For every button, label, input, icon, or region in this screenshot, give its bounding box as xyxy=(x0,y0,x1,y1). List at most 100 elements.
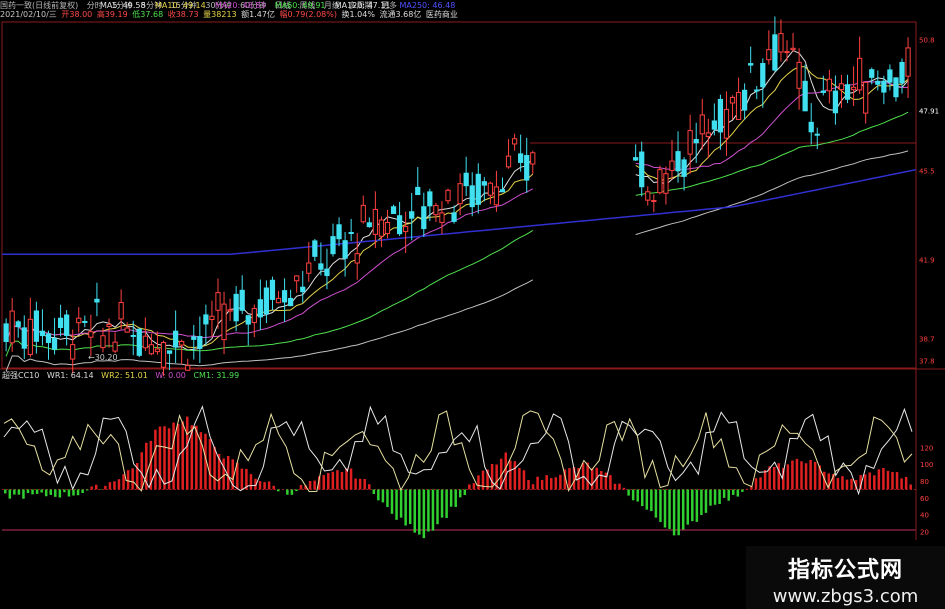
candle-body xyxy=(306,262,312,274)
histogram-bar xyxy=(431,489,435,531)
indicator-axis-label: 100 xyxy=(920,461,933,469)
candle-body xyxy=(524,155,530,181)
histogram-bar xyxy=(308,481,312,490)
histogram-bar xyxy=(213,446,216,490)
candle-body xyxy=(112,341,118,352)
candle-body xyxy=(481,181,487,186)
histogram-bar xyxy=(741,489,744,492)
candle-body xyxy=(639,151,645,188)
candle-body xyxy=(70,344,76,360)
candle-body xyxy=(118,301,124,320)
histogram-bar xyxy=(35,489,39,494)
price-axis-label: 41.9 xyxy=(919,256,935,264)
histogram-bar xyxy=(759,477,762,490)
candle-body xyxy=(711,120,717,130)
candle-body xyxy=(64,314,70,336)
histogram-bar xyxy=(745,488,749,490)
histogram-bar xyxy=(126,470,130,490)
candle-body xyxy=(887,69,893,83)
histogram-bar xyxy=(13,489,16,495)
indicator-axis-label: 80 xyxy=(920,478,929,486)
histogram-bar xyxy=(522,470,526,490)
histogram-bar xyxy=(650,489,653,512)
candle-body xyxy=(403,226,409,233)
histogram-bar xyxy=(873,475,876,490)
candle-body xyxy=(318,263,324,270)
histogram-bar xyxy=(90,486,93,490)
histogram-bar xyxy=(44,489,48,497)
candle-body xyxy=(27,318,33,355)
histogram-bar xyxy=(372,489,376,495)
histogram-bar xyxy=(677,489,680,536)
moving-average-lines xyxy=(2,49,917,372)
ma-legend-item: MA250: 46.48 xyxy=(400,1,456,10)
histogram-bar xyxy=(886,470,890,490)
candle-body xyxy=(832,90,839,114)
candle-body xyxy=(342,240,348,259)
histogram-bar xyxy=(404,489,407,526)
candle-body xyxy=(215,292,221,311)
candle-body xyxy=(251,308,257,324)
histogram-bar xyxy=(222,458,225,490)
histogram-bar xyxy=(795,458,799,490)
candle-body xyxy=(814,133,820,136)
histogram-bar xyxy=(800,461,803,490)
histogram-bar xyxy=(613,483,617,490)
candle-body xyxy=(203,314,209,325)
stock-chart[interactable]: MA5: 49.58 MA10: 49.14 MA20: 48.83 MA60: 49… xyxy=(0,0,945,609)
indicator-w: W: 0.00 xyxy=(155,371,186,380)
histogram-bar xyxy=(395,489,398,520)
histogram-bar xyxy=(49,489,53,495)
histogram-bar xyxy=(568,468,571,490)
candle-body xyxy=(451,212,457,222)
histogram-bar xyxy=(313,480,316,490)
histogram-bar xyxy=(895,472,899,490)
histogram-bar xyxy=(841,476,844,490)
candle-body xyxy=(633,157,639,161)
indicator-name[interactable]: 超强CC10 xyxy=(2,371,39,380)
histogram-bar xyxy=(709,489,712,506)
candle-body xyxy=(723,108,730,139)
candle-body xyxy=(76,317,82,324)
candle-body xyxy=(179,340,185,346)
histogram-bar xyxy=(536,476,539,490)
histogram-bar xyxy=(208,439,212,490)
candle-body xyxy=(754,89,760,92)
histogram-bar xyxy=(81,489,84,494)
candle-body xyxy=(354,253,360,264)
histogram-bar xyxy=(509,460,512,490)
candle-body xyxy=(33,310,40,342)
histogram-bar xyxy=(386,489,389,508)
candle-body xyxy=(838,83,845,91)
histogram-bar xyxy=(258,481,262,490)
histogram-bar xyxy=(645,489,649,510)
candle-body xyxy=(899,61,905,84)
price-axis-label: 38.7 xyxy=(919,335,935,343)
candle-body xyxy=(772,34,778,71)
histogram-bar xyxy=(163,426,166,490)
histogram-bar xyxy=(463,489,467,496)
candle-body xyxy=(82,320,88,323)
histogram-bar xyxy=(636,489,639,502)
candle-body xyxy=(348,232,354,235)
histogram-bar xyxy=(877,469,881,490)
candle-body xyxy=(378,219,385,237)
histogram-bar xyxy=(891,472,894,490)
candle-body xyxy=(863,81,869,114)
histogram-bar xyxy=(436,489,439,525)
candle-body xyxy=(94,298,100,303)
histogram-bar xyxy=(327,473,330,490)
histogram-bar xyxy=(540,479,544,490)
indicator-cm1: CM1: 31.99 xyxy=(193,371,240,380)
histogram-bar xyxy=(4,489,7,494)
histogram-bar xyxy=(181,421,184,490)
histogram-bar xyxy=(622,487,626,490)
histogram-bar xyxy=(727,489,730,501)
histogram-bar xyxy=(863,474,867,490)
candle-body xyxy=(463,172,469,187)
histogram-bar xyxy=(263,482,266,490)
candle-body xyxy=(221,303,227,341)
histogram-bar xyxy=(545,475,548,490)
histogram-bar xyxy=(736,489,740,497)
histogram-bar xyxy=(513,461,517,490)
